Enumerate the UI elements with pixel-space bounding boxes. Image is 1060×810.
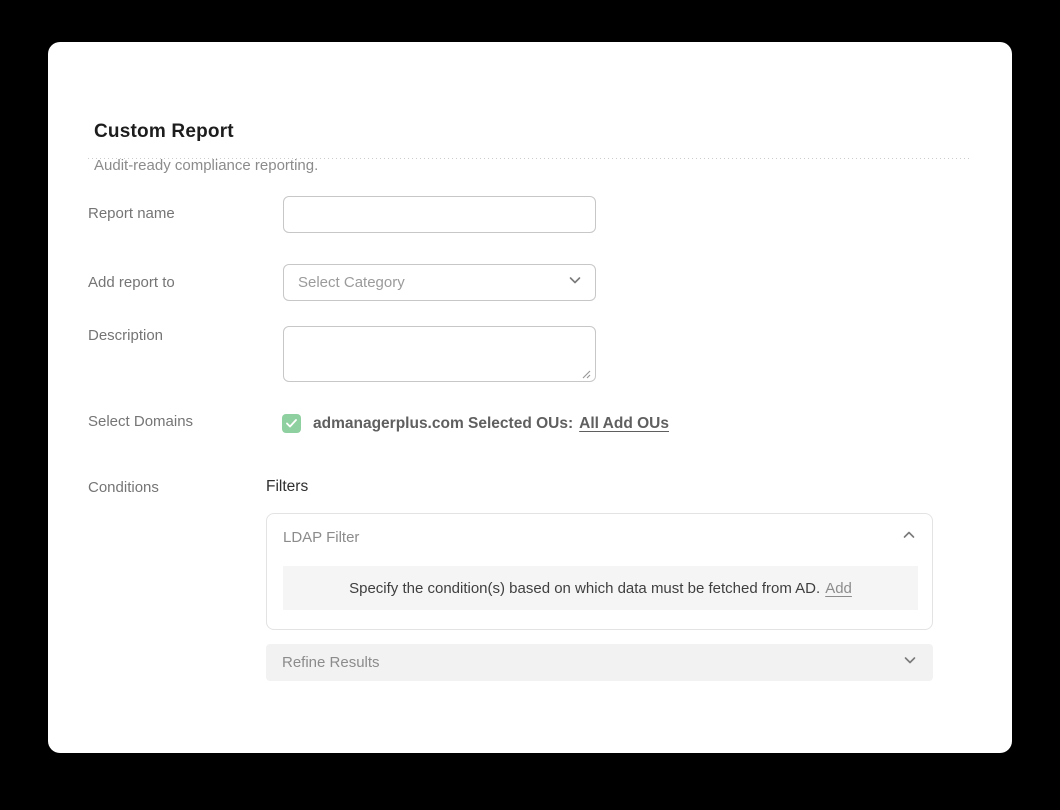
refine-results-title: Refine Results xyxy=(282,654,380,671)
custom-report-card: Custom Report Audit-ready compliance rep… xyxy=(48,42,1012,753)
conditions-label: Conditions xyxy=(88,479,159,496)
domain-checkbox[interactable] xyxy=(282,414,301,433)
description-textarea[interactable] xyxy=(283,326,596,382)
ldap-filter-title: LDAP Filter xyxy=(283,529,359,546)
chevron-down-icon xyxy=(902,652,918,673)
ldap-filter-header[interactable]: LDAP Filter xyxy=(267,514,932,561)
page-title: Custom Report xyxy=(94,121,234,143)
description-field-wrap xyxy=(283,326,596,382)
filters-title: Filters xyxy=(266,478,308,496)
report-name-input[interactable] xyxy=(283,196,596,233)
report-name-label: Report name xyxy=(88,205,175,222)
select-domains-label: Select Domains xyxy=(88,413,193,430)
add-report-to-label: Add report to xyxy=(88,274,175,291)
chevron-down-icon xyxy=(567,272,583,293)
ou-selection-link[interactable]: All Add OUs xyxy=(579,415,669,433)
chevron-up-icon xyxy=(901,527,917,548)
refine-results-header[interactable]: Refine Results xyxy=(266,644,933,681)
category-select[interactable]: Select Category xyxy=(283,264,596,301)
add-condition-link[interactable]: Add xyxy=(825,580,852,597)
ldap-condition-strip: Specify the condition(s) based on which … xyxy=(283,566,918,610)
domain-row: admanagerplus.com Selected OUs: All Add … xyxy=(282,414,669,433)
domain-text: admanagerplus.com Selected OUs: xyxy=(313,415,573,433)
page-subtitle: Audit-ready compliance reporting. xyxy=(94,157,318,174)
category-select-value: Select Category xyxy=(298,274,405,291)
description-label: Description xyxy=(88,327,163,344)
dotted-divider xyxy=(88,158,972,159)
ldap-filter-panel: LDAP Filter Specify the condition(s) bas… xyxy=(266,513,933,630)
ldap-condition-message: Specify the condition(s) based on which … xyxy=(349,580,820,597)
checkmark-icon xyxy=(286,419,297,428)
